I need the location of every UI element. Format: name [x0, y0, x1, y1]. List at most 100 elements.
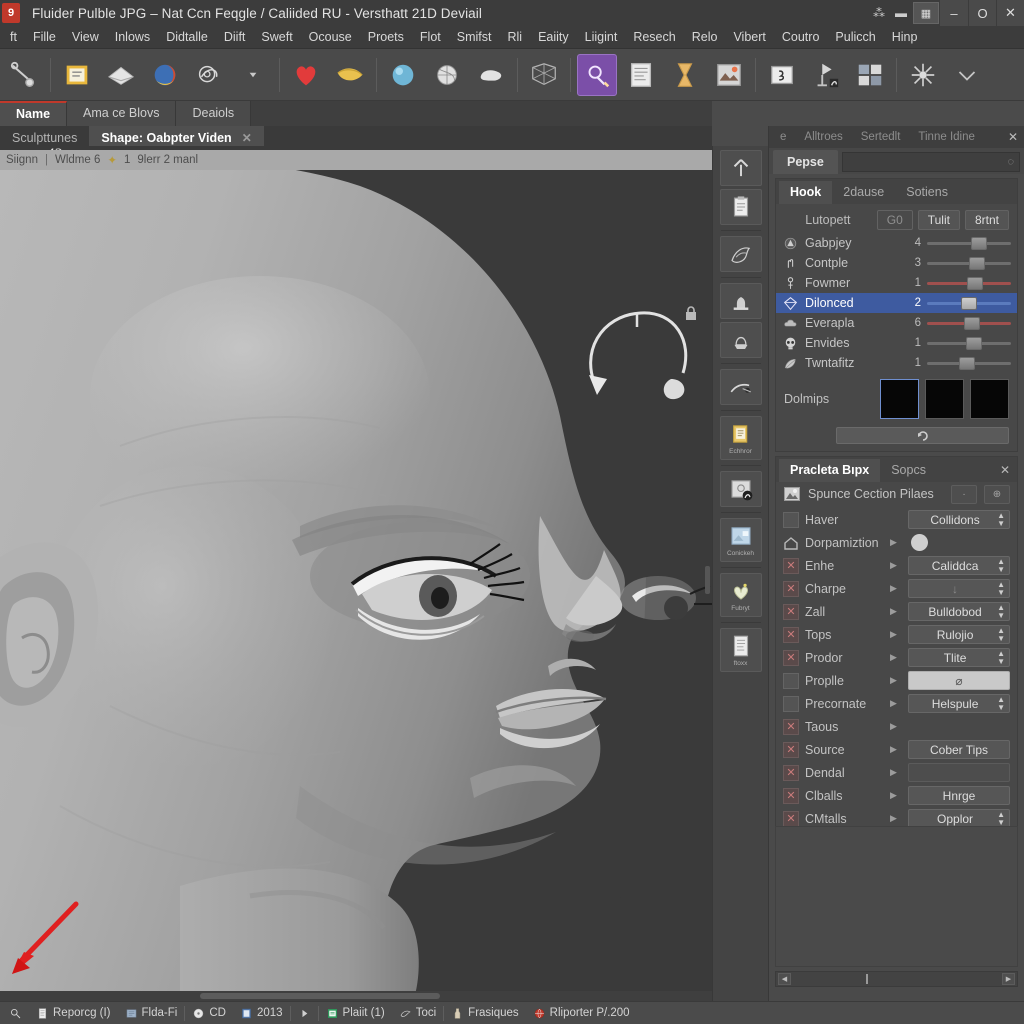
property-row-0[interactable]: Haver Collidons ▲ ▼: [776, 508, 1017, 531]
slider-row-2[interactable]: Fowmer 1: [776, 273, 1017, 293]
property-dropdown-6[interactable]: Tlite ▲ ▼: [908, 648, 1010, 667]
toolbar-quad-grid-icon[interactable]: [850, 54, 890, 96]
toolbar-material-ball-icon[interactable]: [145, 54, 185, 96]
property-checkbox-0[interactable]: [783, 511, 799, 528]
scroll-right-button[interactable]: ▶: [1002, 973, 1015, 985]
status-item-3[interactable]: CD: [185, 1002, 233, 1024]
property-dropdown-0[interactable]: Collidons ▲ ▼: [908, 510, 1010, 529]
menu-item-13[interactable]: Liigint: [577, 26, 626, 49]
slider-row-4[interactable]: Everapla 6: [776, 313, 1017, 333]
slider-knob[interactable]: [958, 357, 975, 370]
pin-icon[interactable]: ⁂: [868, 2, 890, 24]
property-expand-arrow[interactable]: ▶: [890, 767, 902, 778]
properties-close-button[interactable]: ✕: [993, 459, 1017, 482]
property-expand-arrow[interactable]: ▶: [890, 675, 902, 686]
vtool-spray-icon[interactable]: [719, 369, 762, 405]
vtool-page-icon[interactable]: ftoxx: [719, 628, 762, 672]
toolbar-blob-icon[interactable]: [471, 54, 511, 96]
prop-tab-0[interactable]: Pracleta Bıpx: [779, 459, 881, 482]
property-expand-arrow[interactable]: ▶: [890, 652, 902, 663]
property-button-10[interactable]: Cober Tips: [908, 740, 1010, 759]
minimize-button[interactable]: –: [940, 0, 968, 26]
property-row-12[interactable]: ✕ Clballs ▶ Hnrge: [776, 784, 1017, 807]
menu-item-17[interactable]: Coutro: [774, 26, 828, 49]
slider-row-6[interactable]: Twntafitz 1: [776, 353, 1017, 373]
menu-item-8[interactable]: Proets: [360, 26, 412, 49]
slider-row-0[interactable]: Gabpjey 4: [776, 233, 1017, 253]
menu-item-2[interactable]: View: [64, 26, 107, 49]
toolbar-hourglass-icon[interactable]: [665, 54, 705, 96]
slider-row-5[interactable]: Envides 1: [776, 333, 1017, 353]
slider-knob[interactable]: [963, 317, 980, 330]
vtool-clipboard-icon[interactable]: [719, 189, 762, 225]
property-checkbox-6[interactable]: ✕: [783, 649, 799, 666]
lock-icon[interactable]: [684, 306, 698, 322]
vtool-frame-icon[interactable]: [719, 471, 762, 507]
property-checkbox-2[interactable]: ✕: [783, 557, 799, 574]
breadcrumb-part-0[interactable]: Siignn: [6, 154, 38, 166]
dock-tab-2[interactable]: Sertedlt: [854, 131, 908, 143]
property-expand-arrow[interactable]: ▶: [890, 560, 902, 571]
menu-item-19[interactable]: Hinp: [884, 26, 926, 49]
property-expand-arrow[interactable]: ▶: [890, 721, 902, 732]
properties-header-button-a[interactable]: ·: [951, 484, 977, 504]
property-dropdown-5[interactable]: Rulojio ▲ ▼: [908, 625, 1010, 644]
property-expand-arrow[interactable]: ▶: [890, 606, 902, 617]
property-color-circle[interactable]: [911, 534, 928, 551]
viewport-vertical-scroll-handle[interactable]: [705, 566, 710, 594]
breadcrumb-part-3[interactable]: 9lerr 2 manl: [137, 154, 198, 166]
property-expand-arrow[interactable]: ▶: [890, 698, 902, 709]
status-item-2[interactable]: Flda-Fi: [118, 1002, 185, 1024]
slider-control[interactable]: [927, 296, 1011, 310]
property-checkbox-12[interactable]: ✕: [783, 787, 799, 804]
toolbar-mesh-wire-icon[interactable]: [524, 54, 564, 96]
property-dropdown-2[interactable]: Caliddca ▲ ▼: [908, 556, 1010, 575]
toolbar-brush-active-icon[interactable]: [577, 53, 617, 96]
toolbar-sculpt-tool-icon[interactable]: [4, 54, 44, 96]
status-item-6[interactable]: Plaiit (1): [319, 1002, 392, 1024]
slider-control[interactable]: [927, 276, 1011, 290]
property-row-10[interactable]: ✕ Source ▶ Cober Tips: [776, 738, 1017, 761]
property-checkbox-13[interactable]: ✕: [783, 810, 799, 827]
hook-tab-2[interactable]: Sotiens: [895, 181, 959, 204]
menu-item-3[interactable]: Inlows: [107, 26, 158, 49]
menu-item-5[interactable]: Diift: [216, 26, 254, 49]
property-checkbox-8[interactable]: [783, 695, 799, 712]
property-row-1[interactable]: Dorpamiztion ▶: [776, 531, 1017, 554]
slider-control[interactable]: [927, 336, 1011, 350]
status-item-0[interactable]: [2, 1002, 29, 1024]
property-expand-arrow[interactable]: ▶: [890, 813, 902, 824]
property-row-11[interactable]: ✕ Dendal ▶: [776, 761, 1017, 784]
property-checkbox-11[interactable]: ✕: [783, 764, 799, 781]
property-row-6[interactable]: ✕ Prodor ▶ Tlite ▲ ▼: [776, 646, 1017, 669]
panel-horizontal-scrollbar[interactable]: ◀ ▶: [775, 971, 1018, 987]
status-item-7[interactable]: Toci: [392, 1002, 443, 1024]
hook-tab-1[interactable]: 2dause: [832, 181, 895, 204]
property-dropdown-11[interactable]: [908, 763, 1010, 782]
vtool-plant-icon[interactable]: Fubryt: [719, 573, 762, 617]
dock-tab-0[interactable]: e: [773, 131, 793, 143]
property-button-12[interactable]: Hnrge: [908, 786, 1010, 805]
toolbar-image-thumb-icon[interactable]: [709, 54, 749, 96]
slider-control[interactable]: [927, 256, 1011, 270]
property-expand-arrow[interactable]: ▶: [890, 583, 902, 594]
menu-item-15[interactable]: Relo: [684, 26, 726, 49]
menu-item-12[interactable]: Eaiity: [530, 26, 577, 49]
property-row-5[interactable]: ✕ Tops ▶ Rulojio ▲ ▼: [776, 623, 1017, 646]
toolbar-arrow-small-icon[interactable]: [233, 54, 273, 96]
slider-control[interactable]: [927, 356, 1011, 370]
property-row-7[interactable]: Proplle ▶ ⌀: [776, 669, 1017, 692]
hook-button-2[interactable]: 8rtnt: [964, 210, 1009, 230]
rotation-gizmo[interactable]: [575, 301, 695, 411]
slider-knob[interactable]: [965, 337, 982, 350]
dock-tab-1[interactable]: Alltroes: [797, 131, 849, 143]
prop-tab-1[interactable]: Sopcs: [880, 459, 937, 482]
property-checkbox-9[interactable]: ✕: [783, 718, 799, 735]
menu-item-4[interactable]: Didtalle: [158, 26, 216, 49]
slider-row-3[interactable]: Dilonced 2: [776, 293, 1017, 313]
slider-row-1[interactable]: Contple 3: [776, 253, 1017, 273]
slider-control[interactable]: [927, 316, 1011, 330]
status-item-1[interactable]: Reporcg (I): [29, 1002, 118, 1024]
property-checkbox-5[interactable]: ✕: [783, 626, 799, 643]
property-checkbox-4[interactable]: ✕: [783, 603, 799, 620]
